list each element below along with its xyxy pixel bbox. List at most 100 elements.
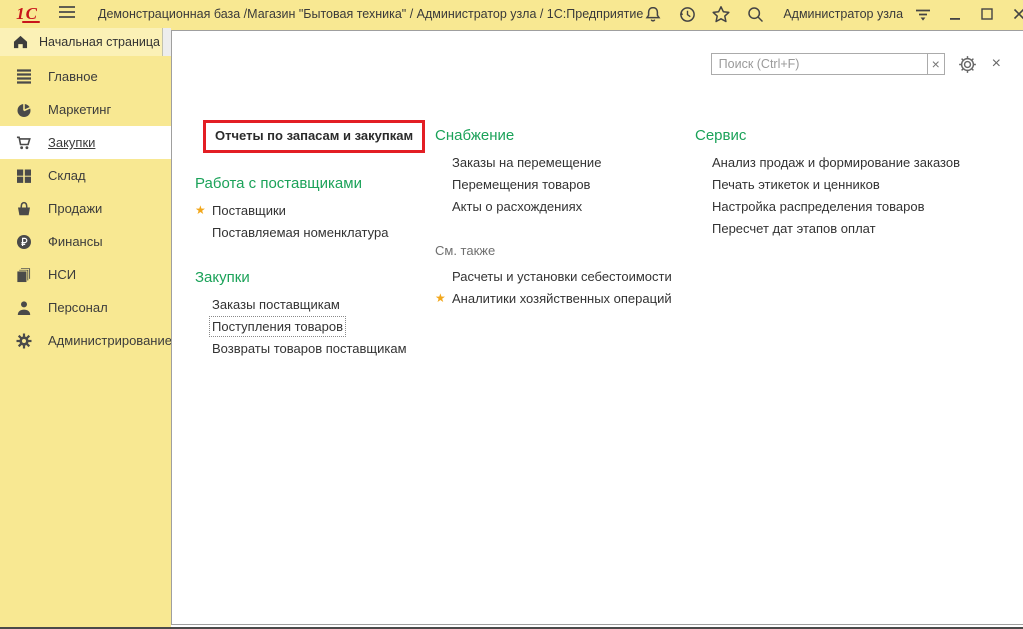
link-raschety-i-ustanovki-sebestoimosti[interactable]: Расчеты и установки себестоимости [452,269,672,284]
functions-panel: × × Отчеты по запасам и закупкам Работа … [171,30,1023,625]
favorite-star-icon: ★ [195,204,206,216]
link-akty-o-raskhozhdeniyakh[interactable]: Акты о расхождениях [452,199,582,214]
sidebar-item-administrirovanie[interactable]: Администрирование [0,324,171,357]
sidebar-item-label: Администрирование [48,333,172,348]
section-title: Сервис [695,127,1021,145]
sidebar-item-label: Персонал [48,300,108,315]
gear-icon [16,333,32,349]
favorite-star-icon: ★ [435,292,446,304]
functions-column-2: Снабжение Заказы на перемещение Перемеще… [435,127,693,309]
link-pereschet-dat-etapov-oplat[interactable]: Пересчет дат этапов оплат [712,221,876,236]
section-title: См. также [435,243,693,259]
window-title: Демонстрационная база /Магазин "Бытовая … [98,7,643,21]
function-item: Возвраты товаров поставщикам [195,337,433,359]
tab-gutter [163,28,171,56]
sidebar-item-marketing[interactable]: Маркетинг [0,93,171,126]
minimize-button[interactable] [947,6,963,22]
search-clear-button[interactable]: × [927,53,945,75]
link-peremeshcheniya-tovarov[interactable]: Перемещения товаров [452,177,590,192]
home-icon [13,35,28,49]
titlebar: 1С Демонстрационная база /Магазин "Бытов… [0,0,1023,28]
highlight-annotation-box: Отчеты по запасам и закупкам [203,120,425,153]
link-otchety-po-zapasam-i-zakupkam[interactable]: Отчеты по запасам и закупкам [215,128,413,143]
tab-bar: Начальная страница [0,28,171,56]
shopping-cart-icon [16,135,32,151]
global-search-icon[interactable] [745,5,765,24]
1c-logo-swash [22,21,40,23]
link-zakazy-na-peremeshchenie[interactable]: Заказы на перемещение [452,155,601,170]
tab-home-page[interactable]: Начальная страница [0,28,163,56]
function-item: Заказы на перемещение [435,151,693,173]
panel-search-area: × × [711,53,1001,75]
hamburger-menu-icon [58,5,76,24]
section-snabzhenie: Снабжение Заказы на перемещение Перемеще… [435,127,693,217]
sidebar-item-zakupki[interactable]: Закупки [0,126,171,159]
connection-performance-icon[interactable] [913,5,933,24]
section-rabota-s-postavshchikami: Работа с поставщиками ★ Поставщики Поста… [195,175,433,243]
link-analiz-prodazh-i-formirovanie-zakazov[interactable]: Анализ продаж и формирование заказов [712,155,960,170]
main-menu-button[interactable] [58,5,76,24]
function-item: Перемещения товаров [435,173,693,195]
1c-logo: 1С [10,4,44,24]
function-item: Расчеты и установки себестоимости [435,265,693,287]
titlebar-right: Администратор узла [643,5,1023,24]
section-zakupki: Закупки Заказы поставщикам Поступления т… [195,269,433,359]
sidebar-item-label: Финансы [48,234,103,249]
pie-chart-icon [16,102,32,118]
app-window: 1С Демонстрационная база /Магазин "Бытов… [0,0,1023,629]
search-box: × [711,53,945,75]
section-sm-takzhe: См. также Расчеты и установки себестоимо… [435,243,693,309]
notifications-bell-icon[interactable] [643,5,663,24]
section-title: Работа с поставщиками [195,175,433,193]
person-icon [16,300,32,316]
link-zakazy-postavshchikam[interactable]: Заказы поставщикам [212,297,340,312]
favorites-star-icon[interactable] [711,5,731,24]
function-item: ★ Аналитики хозяйственных операций [435,287,693,309]
current-user-label: Администратор узла [783,7,903,21]
panel-close-icon[interactable]: × [992,56,1001,72]
function-item: Акты о расхождениях [435,195,693,217]
sidebar-item-label: Главное [48,69,98,84]
maximize-button[interactable] [979,6,995,22]
history-icon[interactable] [677,5,697,24]
sidebar-item-label: Маркетинг [48,102,111,117]
function-item: Заказы поставщикам [195,293,433,315]
function-item: Анализ продаж и формирование заказов [695,151,1021,173]
grid-icon [16,168,32,184]
sidebar-item-label: Склад [48,168,86,183]
close-window-button[interactable] [1011,6,1023,22]
search-input[interactable] [711,53,927,75]
function-item: Пересчет дат этапов оплат [695,217,1021,239]
stack-icon [16,267,32,283]
clear-x-icon: × [932,56,940,72]
panel-settings-gear-icon[interactable] [958,55,977,74]
basket-icon [16,201,32,217]
menu-lines-icon [16,69,32,84]
link-nastroyka-raspredeleniya-tovarov[interactable]: Настройка распределения товаров [712,199,924,214]
link-pechat-etiketok-i-tsennikov[interactable]: Печать этикеток и ценников [712,177,880,192]
link-postupleniya-tovarov[interactable]: Поступления товаров [212,319,343,334]
link-vozvraty-tovarov-postavshchikam[interactable]: Возвраты товаров поставщикам [212,341,407,356]
link-analitiki-khozyaystvennykh-operatsiy[interactable]: Аналитики хозяйственных операций [452,291,672,306]
functions-column-3: Сервис Анализ продаж и формирование зака… [695,127,1021,239]
ruble-icon [16,234,32,250]
section-title: Закупки [195,269,433,287]
sidebar-item-prodazhi[interactable]: Продажи [0,192,171,225]
section-sidebar: Главное Маркетинг Закупки Склад Продажи [0,56,171,629]
function-item: ★ Поставщики [195,199,433,221]
sidebar-item-glavnoe[interactable]: Главное [0,60,171,93]
link-postavlyaemaya-nomenklatura[interactable]: Поставляемая номенклатура [212,225,388,240]
function-item-focused: Поступления товаров [195,315,433,337]
function-item: Поставляемая номенклатура [195,221,433,243]
link-postavshchiki[interactable]: Поставщики [212,203,286,218]
sidebar-item-personal[interactable]: Персонал [0,291,171,324]
sidebar-item-finansy[interactable]: Финансы [0,225,171,258]
sidebar-item-nsi[interactable]: НСИ [0,258,171,291]
section-servis: Сервис Анализ продаж и формирование зака… [695,127,1021,239]
sidebar-item-label: Закупки [48,135,95,150]
function-item: Печать этикеток и ценников [695,173,1021,195]
sidebar-item-sklad[interactable]: Склад [0,159,171,192]
section-title: Снабжение [435,127,693,145]
sidebar-item-label: Продажи [48,201,102,216]
function-item: Настройка распределения товаров [695,195,1021,217]
